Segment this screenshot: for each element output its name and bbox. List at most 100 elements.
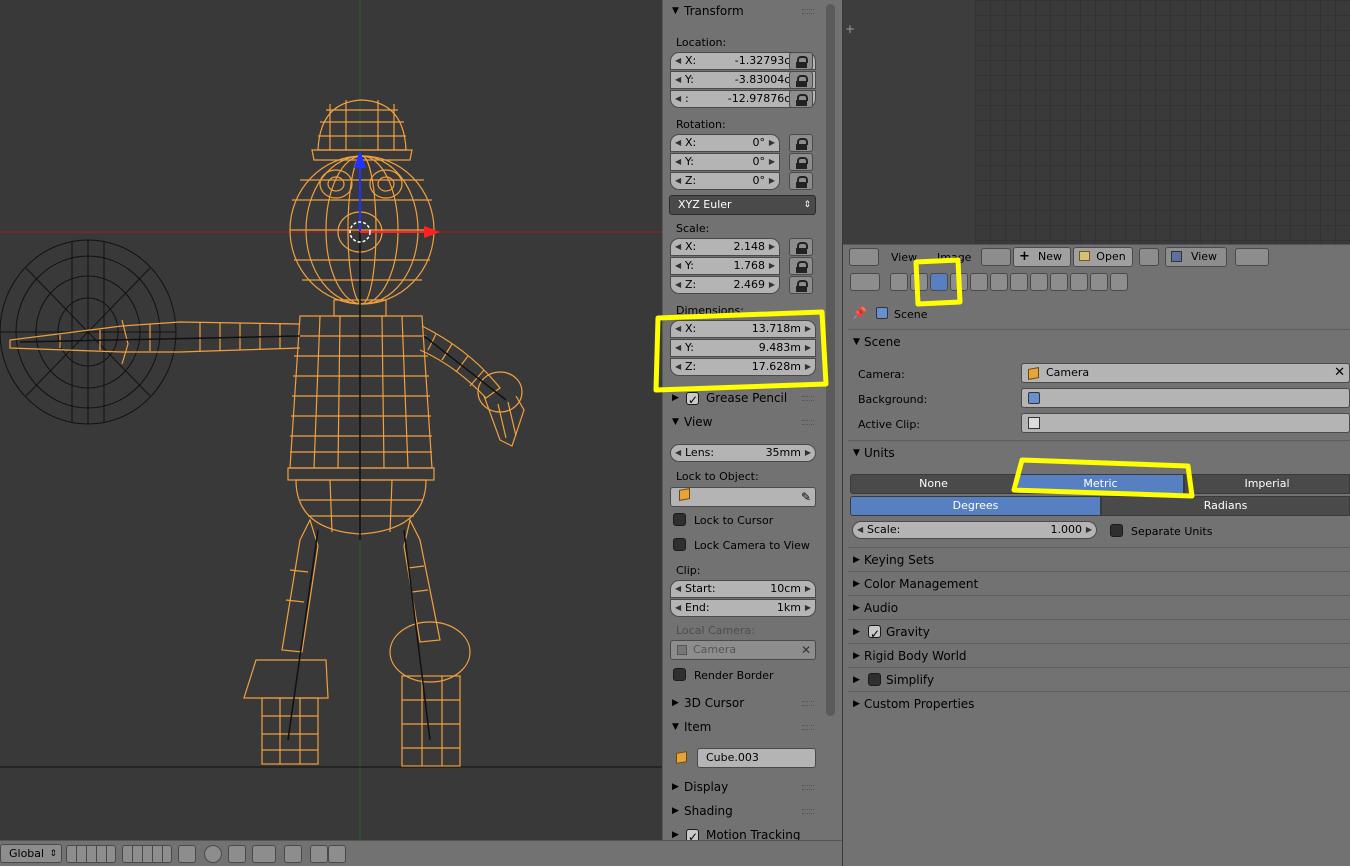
drag-grip-icon[interactable] xyxy=(802,785,814,790)
drag-grip-icon[interactable] xyxy=(802,396,814,401)
simplify-panel-header[interactable]: ▶ Simplify xyxy=(848,669,1348,691)
open-image-button[interactable]: Open xyxy=(1073,247,1133,267)
display-panel-header[interactable]: ▶ Display xyxy=(668,777,818,797)
lock-location-z-icon[interactable] xyxy=(789,90,813,108)
rotation-mode-dropdown[interactable]: XYZ Euler ⇕ xyxy=(669,195,816,215)
lock-location-y-icon[interactable] xyxy=(789,71,813,89)
render-border-checkbox[interactable] xyxy=(673,668,686,681)
lens-field[interactable]: ◀ Lens: 35mm ▶ xyxy=(670,444,816,462)
degrees-button[interactable]: Degrees xyxy=(850,496,1101,516)
pivot-icon[interactable] xyxy=(1235,248,1269,266)
image-browse-icon[interactable] xyxy=(981,248,1011,266)
object-context-icon[interactable] xyxy=(970,273,988,291)
snap-icon[interactable] xyxy=(228,845,246,863)
render-context-icon[interactable] xyxy=(890,273,908,291)
clear-x-icon[interactable]: ✕ xyxy=(1334,364,1345,382)
scale-x-field[interactable]: ◀ X: 2.148 ▶ xyxy=(670,238,780,256)
transform-panel-header[interactable]: ▼ Transform xyxy=(668,1,818,21)
modifiers-context-icon[interactable] xyxy=(1010,273,1028,291)
rigid-body-world-panel-header[interactable]: ▶ Rigid Body World xyxy=(848,645,1348,667)
rotation-z-field[interactable]: ◀ Z: 0° ▶ xyxy=(670,172,780,190)
lock-rotation-x-icon[interactable] xyxy=(789,134,813,152)
simplify-checkbox[interactable] xyxy=(868,673,881,686)
drag-grip-icon[interactable] xyxy=(802,725,814,730)
grease-pencil-checkbox[interactable] xyxy=(686,390,699,410)
gravity-checkbox[interactable] xyxy=(868,623,881,645)
custom-properties-panel-header[interactable]: ▶ Custom Properties xyxy=(848,693,1348,715)
render-layers-context-icon[interactable] xyxy=(910,273,928,291)
scene-panel-header[interactable]: ▼ Scene xyxy=(848,331,1348,353)
layer-buttons-right[interactable] xyxy=(122,845,172,863)
radians-button[interactable]: Radians xyxy=(1101,496,1350,516)
scale-y-field[interactable]: ◀ Y: 1.768 ▶ xyxy=(670,257,780,275)
eyedropper-icon[interactable]: ✎ xyxy=(801,488,811,506)
3d-cursor-panel-header[interactable]: ▶ 3D Cursor xyxy=(668,693,818,713)
color-management-panel-header[interactable]: ▶ Color Management xyxy=(848,573,1348,595)
lock-camera-to-view-checkbox[interactable] xyxy=(673,538,686,551)
view-mode-dropdown[interactable]: View xyxy=(1165,247,1227,267)
dimensions-y-field[interactable]: ◀ Y: 9.483m ▶ xyxy=(670,339,816,357)
keying-sets-panel-header[interactable]: ▶ Keying Sets xyxy=(848,549,1348,571)
render-animation-icon[interactable] xyxy=(328,845,346,863)
lock-to-object-field[interactable]: ✎ xyxy=(670,487,816,507)
rotation-y-field[interactable]: ◀ Y: 0° ▶ xyxy=(670,153,780,171)
lock-scale-z-icon[interactable] xyxy=(789,276,813,294)
dimensions-x-field[interactable]: ◀ X: 13.718m ▶ xyxy=(670,320,816,338)
object-name-field[interactable]: Cube.003 xyxy=(697,748,816,768)
data-context-icon[interactable] xyxy=(1030,273,1048,291)
drag-grip-icon[interactable] xyxy=(802,809,814,814)
units-none-button[interactable]: None xyxy=(850,474,1017,494)
properties-editor-type-icon[interactable] xyxy=(850,273,880,291)
dimensions-z-field[interactable]: ◀ Z: 17.628m ▶ xyxy=(670,358,816,376)
active-clip-field[interactable] xyxy=(1021,413,1350,433)
shading-panel-header[interactable]: ▶ Shading xyxy=(668,801,818,821)
units-panel-header[interactable]: ▼ Units xyxy=(848,442,1348,464)
view-panel-header[interactable]: ▼ View xyxy=(668,412,818,432)
particles-context-icon[interactable] xyxy=(1090,273,1108,291)
texture-context-icon[interactable] xyxy=(1070,273,1088,291)
world-context-icon[interactable] xyxy=(950,273,968,291)
lock-scale-y-icon[interactable] xyxy=(789,257,813,275)
proportional-edit-icon[interactable] xyxy=(204,845,222,863)
separate-units-checkbox[interactable] xyxy=(1110,524,1123,537)
new-image-button[interactable]: + New xyxy=(1013,247,1071,267)
grease-pencil-panel-header[interactable]: ▶ Grease Pencil xyxy=(668,388,818,410)
motion-tracking-panel-header[interactable]: ▶ Motion Tracking xyxy=(668,825,818,840)
scene-context-icon[interactable] xyxy=(930,273,948,291)
lock-scale-x-icon[interactable] xyxy=(789,238,813,256)
material-context-icon[interactable] xyxy=(1050,273,1068,291)
drag-grip-icon[interactable] xyxy=(802,701,814,706)
rotation-x-field[interactable]: ◀ X: 0° ▶ xyxy=(670,134,780,152)
expand-plus-icon[interactable]: + xyxy=(845,22,855,36)
menu-view[interactable]: View xyxy=(891,251,917,264)
camera-field[interactable]: Camera ✕ xyxy=(1021,363,1350,383)
motion-tracking-checkbox[interactable] xyxy=(686,827,699,840)
units-imperial-button[interactable]: Imperial xyxy=(1184,474,1350,494)
drag-grip-icon[interactable] xyxy=(802,9,814,14)
lock-layers-icon[interactable] xyxy=(178,845,196,863)
menu-image[interactable]: Image xyxy=(937,251,971,264)
editor-type-icon[interactable] xyxy=(849,248,879,266)
image-editor-canvas[interactable]: + xyxy=(843,0,1350,244)
scale-z-field[interactable]: ◀ Z: 2.469 ▶ xyxy=(670,276,780,294)
pin-icon[interactable] xyxy=(1139,248,1159,266)
clip-end-field[interactable]: ◀ End: 1km ▶ xyxy=(670,599,816,617)
lock-rotation-z-icon[interactable] xyxy=(789,172,813,190)
shelf-scrollbar[interactable] xyxy=(826,4,835,716)
constraints-context-icon[interactable] xyxy=(990,273,1008,291)
item-panel-header[interactable]: ▼ Item xyxy=(668,717,818,737)
audio-panel-header[interactable]: ▶ Audio xyxy=(848,597,1348,619)
render-camera-icon[interactable] xyxy=(310,845,328,863)
snap-element-icon[interactable] xyxy=(252,845,276,863)
3d-viewport[interactable] xyxy=(0,0,662,840)
lock-rotation-y-icon[interactable] xyxy=(789,153,813,171)
layer-buttons-left[interactable] xyxy=(66,845,116,863)
clip-start-field[interactable]: ◀ Start: 10cm ▶ xyxy=(670,580,816,598)
gravity-panel-header[interactable]: ▶ Gravity xyxy=(848,621,1348,645)
lock-to-cursor-checkbox[interactable] xyxy=(673,513,686,526)
drag-grip-icon[interactable] xyxy=(802,420,814,425)
lock-location-x-icon[interactable] xyxy=(789,52,813,70)
pin-breadcrumb-icon[interactable]: 📌 xyxy=(852,306,867,320)
physics-context-icon[interactable] xyxy=(1110,273,1128,291)
orientation-dropdown[interactable]: Global ⇕ xyxy=(0,844,62,863)
